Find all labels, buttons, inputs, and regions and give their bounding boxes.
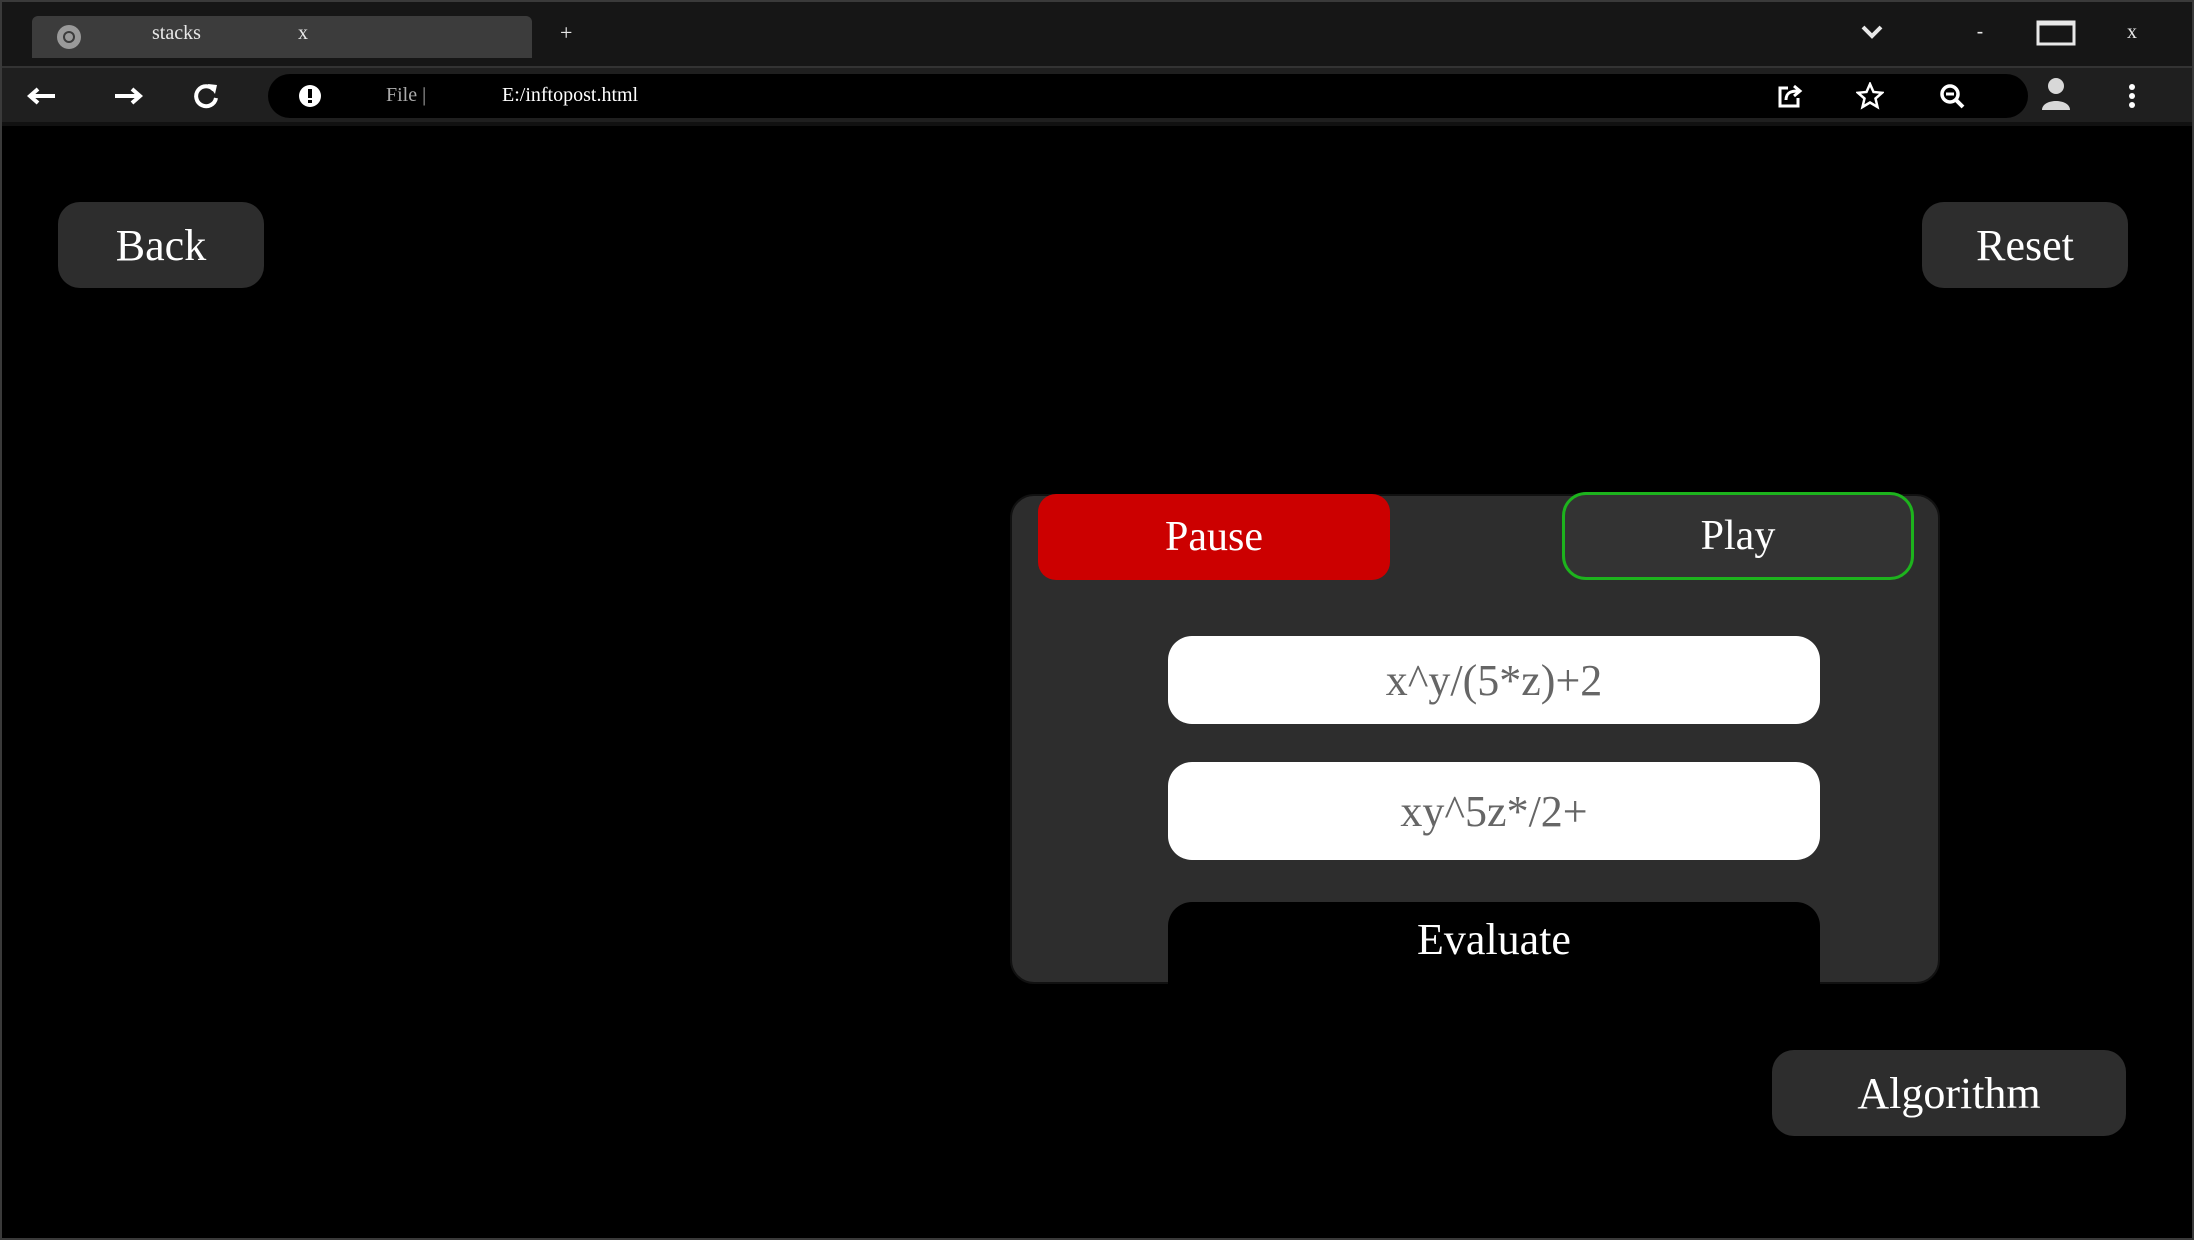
conversion-panel: Pause Play x^y/(5*z)+2 xy^5z*/2+ Evaluat… <box>1010 492 1940 986</box>
algorithm-button[interactable]: Algorithm <box>1772 1050 2126 1136</box>
browser-tab[interactable]: stacks x <box>32 16 532 58</box>
menu-button[interactable] <box>2114 78 2150 114</box>
pause-button[interactable]: Pause <box>1038 494 1390 580</box>
reset-button[interactable]: Reset <box>1922 202 2128 288</box>
minimize-button[interactable]: - <box>1960 12 2000 52</box>
arrow-right-icon <box>115 87 143 105</box>
back-nav-button[interactable] <box>24 78 60 114</box>
forward-nav-button[interactable] <box>110 78 146 114</box>
url-text[interactable]: E:/inftopost.html <box>502 84 638 107</box>
star-icon <box>1856 82 1884 110</box>
title-bar: stacks x + - x <box>0 0 2194 66</box>
evaluate-button[interactable]: Evaluate <box>1168 902 1820 986</box>
profile-button[interactable] <box>2036 72 2076 116</box>
address-bar[interactable]: File | E:/inftopost.html <box>268 74 2028 118</box>
play-button[interactable]: Play <box>1562 492 1914 580</box>
chevron-down-icon <box>1861 25 1883 39</box>
kebab-menu-icon <box>2129 84 2135 108</box>
close-window-button[interactable]: x <box>2112 12 2152 52</box>
file-scheme-label: File | <box>386 84 427 106</box>
maximize-button[interactable] <box>2032 12 2080 52</box>
share-icon <box>1778 84 1803 108</box>
back-button[interactable]: Back <box>58 202 264 288</box>
user-avatar-icon <box>2042 78 2070 110</box>
zoom-out-icon <box>1940 84 1965 109</box>
zoom-button[interactable] <box>1934 78 1970 114</box>
share-button[interactable] <box>1772 78 1808 114</box>
window-frame-left <box>0 0 2 1240</box>
toolbar-divider <box>0 122 2194 126</box>
reload-icon <box>194 84 218 109</box>
tab-title: stacks <box>152 22 201 44</box>
arrow-left-icon <box>27 87 55 105</box>
postfix-expression-output[interactable]: xy^5z*/2+ <box>1168 762 1820 860</box>
info-icon[interactable] <box>298 84 322 108</box>
reload-button[interactable] <box>188 78 224 114</box>
browser-logo-icon <box>57 25 81 49</box>
bookmark-button[interactable] <box>1852 78 1888 114</box>
tab-search-button[interactable] <box>1852 12 1892 52</box>
maximize-icon <box>2036 20 2076 46</box>
infix-expression-input[interactable]: x^y/(5*z)+2 <box>1168 636 1820 724</box>
window-frame-top <box>0 0 2194 2</box>
browser-toolbar: File | E:/inftopost.html <box>0 66 2194 122</box>
new-tab-button[interactable]: + <box>560 20 572 46</box>
tab-close-button[interactable]: x <box>298 22 308 45</box>
